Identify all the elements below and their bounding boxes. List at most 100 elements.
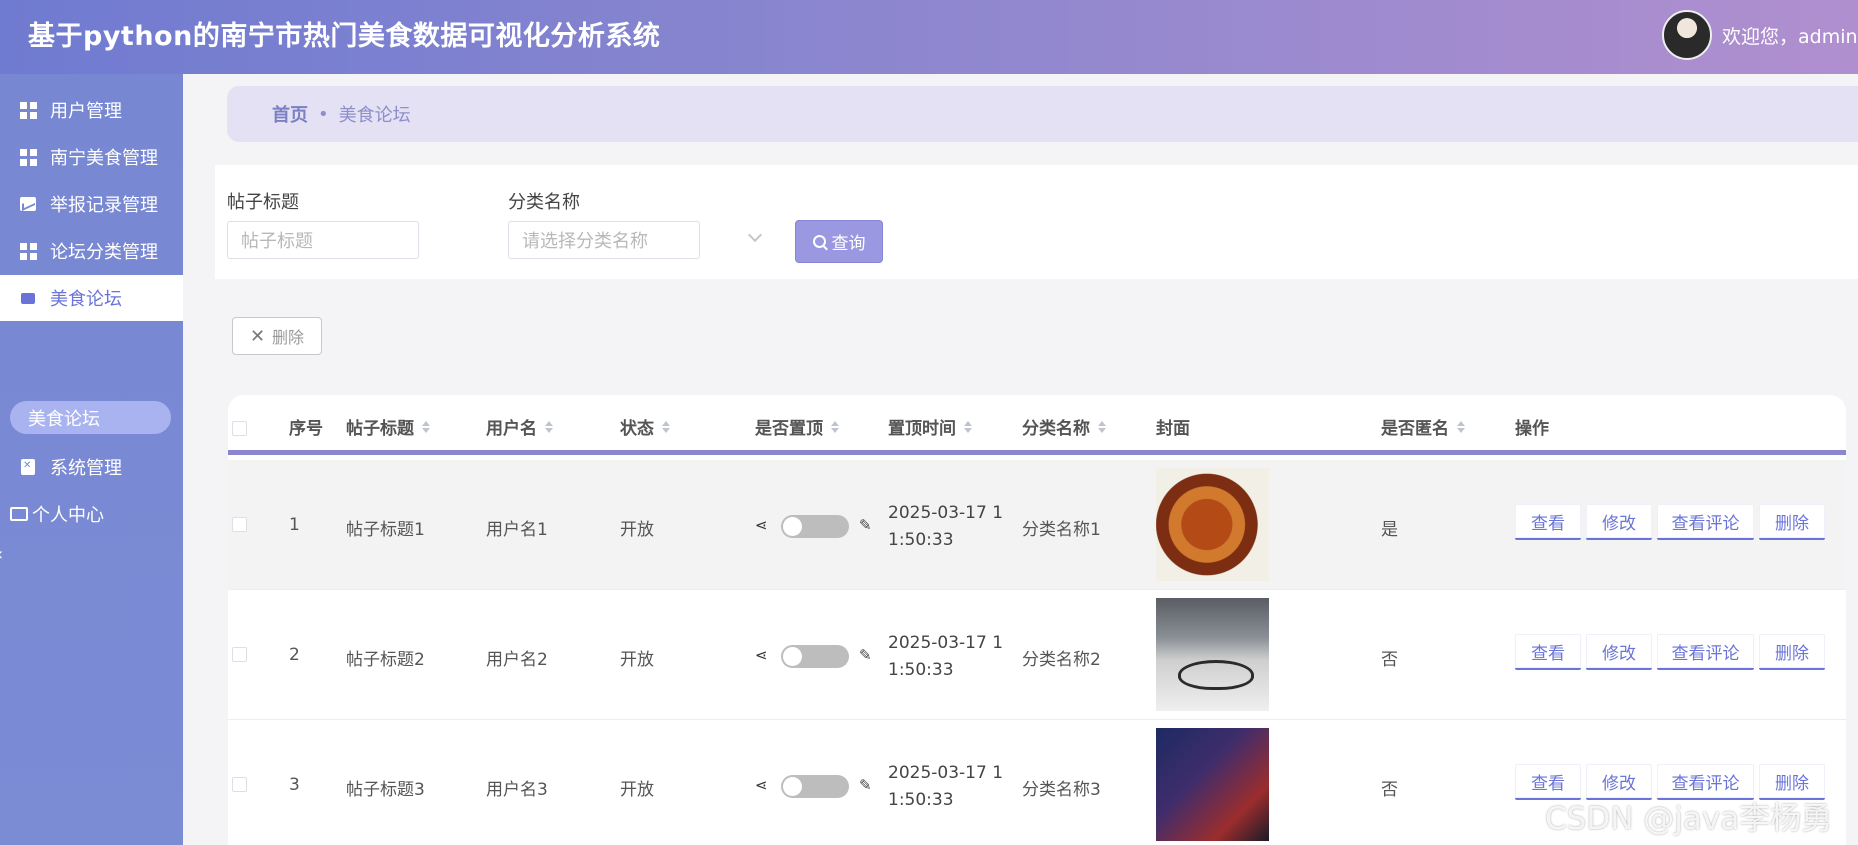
- cell-username: 用户名1: [486, 520, 548, 540]
- cover-image[interactable]: [1156, 728, 1269, 841]
- column-header-cover: 封面: [1156, 419, 1190, 439]
- sidebar-item-users[interactable]: 用户管理: [0, 87, 183, 133]
- sidebar-item-forum[interactable]: 美食论坛: [0, 275, 183, 321]
- breadcrumb-current: 美食论坛: [338, 105, 411, 126]
- search-icon: [812, 235, 826, 248]
- cell-status: 开放: [620, 780, 654, 800]
- row-checkbox[interactable]: [232, 647, 247, 662]
- table-row: 1 帖子标题1 用户名1 开放 ⋖ ✎ 2025-03-17 11:50:33 …: [228, 460, 1846, 590]
- share-icon[interactable]: ⋖: [755, 516, 768, 534]
- monitor-icon: [19, 289, 37, 307]
- edit-icon[interactable]: ✎: [859, 516, 872, 534]
- cell-category: 分类名称2: [1022, 650, 1101, 670]
- top-bar: 基于python的南宁市热门美食数据可视化分析系统 欢迎您，admin: [0, 0, 1858, 74]
- chart-icon: [19, 195, 37, 213]
- sidebar-item-label: 美食论坛: [50, 289, 122, 310]
- cell-pin-time: 2025-03-17 11:50:33: [888, 763, 1004, 810]
- pinned-toggle[interactable]: [781, 775, 849, 798]
- edit-icon[interactable]: ✎: [859, 646, 872, 664]
- query-button[interactable]: 查询: [795, 220, 883, 263]
- delete-button-label: 删除: [272, 328, 305, 347]
- sidebar-item-profile[interactable]: 个人中心: [0, 491, 183, 537]
- sidebar-item-label: 个人中心: [32, 505, 104, 526]
- cell-index: 2: [289, 645, 300, 665]
- watermark: CSDN @java李杨勇: [1545, 801, 1833, 837]
- column-header-actions: 操作: [1515, 419, 1549, 439]
- view-comments-button[interactable]: 查看评论: [1657, 634, 1754, 670]
- share-icon[interactable]: ⋖: [755, 776, 768, 794]
- table-row: 2 帖子标题2 用户名2 开放 ⋖ ✎ 2025-03-17 11:50:33 …: [228, 590, 1846, 720]
- table-header: 序号 帖子标题 用户名 状态 是否置顶 置顶时间 分类名称 封面 是否匿名 操作: [228, 395, 1846, 455]
- sidebar-item-label: 系统管理: [50, 458, 122, 479]
- view-comments-button[interactable]: 查看评论: [1657, 504, 1754, 540]
- sidebar-item-food[interactable]: 南宁美食管理: [0, 134, 183, 180]
- category-select[interactable]: 请选择分类名称: [508, 221, 700, 259]
- data-table: 序号 帖子标题 用户名 状态 是否置顶 置顶时间 分类名称 封面 是否匿名 操作…: [228, 395, 1846, 845]
- cell-username: 用户名2: [486, 650, 548, 670]
- grid-icon: [19, 148, 37, 166]
- batch-delete-button[interactable]: ✕ 删除: [232, 317, 322, 355]
- collapse-arrow-icon[interactable]: ‹: [0, 544, 3, 565]
- avatar[interactable]: [1662, 10, 1712, 60]
- cell-title: 帖子标题1: [346, 520, 425, 540]
- share-icon[interactable]: ⋖: [755, 646, 768, 664]
- sort-icon: [964, 420, 972, 433]
- edit-button[interactable]: 修改: [1586, 504, 1652, 540]
- cell-title: 帖子标题2: [346, 650, 425, 670]
- sort-icon: [422, 420, 430, 433]
- cell-index: 3: [289, 775, 300, 795]
- row-checkbox[interactable]: [232, 517, 247, 532]
- sidebar-item-reports[interactable]: 举报记录管理: [0, 181, 183, 227]
- title-label: 帖子标题: [227, 192, 299, 213]
- close-icon: ✕: [249, 325, 266, 347]
- sort-icon: [662, 420, 670, 433]
- delete-button[interactable]: 删除: [1759, 634, 1825, 670]
- sort-icon: [545, 420, 553, 433]
- search-panel: [215, 165, 1858, 279]
- pinned-toggle[interactable]: [781, 645, 849, 668]
- breadcrumb-home[interactable]: 首页: [272, 101, 308, 127]
- cover-image[interactable]: [1156, 468, 1269, 581]
- breadcrumb: 首页 • 美食论坛: [227, 86, 1858, 142]
- column-header-pin-time[interactable]: 置顶时间: [888, 414, 972, 439]
- select-all-checkbox[interactable]: [232, 421, 247, 436]
- cell-anonymous: 否: [1381, 650, 1398, 670]
- title-search-input[interactable]: 帖子标题: [227, 221, 419, 259]
- column-header-username[interactable]: 用户名: [486, 414, 553, 439]
- sidebar: 用户管理 南宁美食管理 举报记录管理 论坛分类管理 美食论坛 美食论坛 系统管理…: [0, 74, 183, 845]
- pinned-toggle[interactable]: [781, 515, 849, 538]
- edit-button[interactable]: 修改: [1586, 634, 1652, 670]
- card-icon: [10, 505, 28, 523]
- edit-icon[interactable]: ✎: [859, 776, 872, 794]
- sidebar-item-label: 用户管理: [50, 101, 122, 122]
- cell-anonymous: 是: [1381, 520, 1398, 540]
- cell-title: 帖子标题3: [346, 780, 425, 800]
- welcome-text[interactable]: 欢迎您，admin: [1722, 22, 1858, 49]
- app-title: 基于python的南宁市热门美食数据可视化分析系统: [28, 21, 661, 52]
- column-header-anonymous[interactable]: 是否匿名: [1381, 414, 1465, 439]
- sidebar-item-label: 南宁美食管理: [50, 148, 158, 169]
- breadcrumb-separator: •: [318, 103, 329, 125]
- column-header-index: 序号: [289, 419, 323, 439]
- cell-category: 分类名称3: [1022, 780, 1101, 800]
- sidebar-item-label: 论坛分类管理: [50, 242, 158, 263]
- sidebar-subitem-forum[interactable]: 美食论坛: [10, 401, 171, 434]
- sort-icon: [1098, 420, 1106, 433]
- sort-icon: [831, 420, 839, 433]
- cell-index: 1: [289, 515, 300, 535]
- column-header-title[interactable]: 帖子标题: [346, 414, 430, 439]
- cell-anonymous: 否: [1381, 780, 1398, 800]
- cell-pin-time: 2025-03-17 11:50:33: [888, 503, 1004, 550]
- category-label: 分类名称: [508, 192, 580, 213]
- sidebar-item-system[interactable]: 系统管理: [0, 444, 183, 490]
- column-header-pinned[interactable]: 是否置顶: [755, 414, 839, 439]
- column-header-category[interactable]: 分类名称: [1022, 414, 1106, 439]
- view-button[interactable]: 查看: [1515, 634, 1581, 670]
- grid-icon: [19, 242, 37, 260]
- column-header-status[interactable]: 状态: [620, 414, 670, 439]
- sidebar-item-forum-category[interactable]: 论坛分类管理: [0, 228, 183, 274]
- view-button[interactable]: 查看: [1515, 504, 1581, 540]
- delete-button[interactable]: 删除: [1759, 504, 1825, 540]
- cover-image[interactable]: [1156, 598, 1269, 711]
- row-checkbox[interactable]: [232, 777, 247, 792]
